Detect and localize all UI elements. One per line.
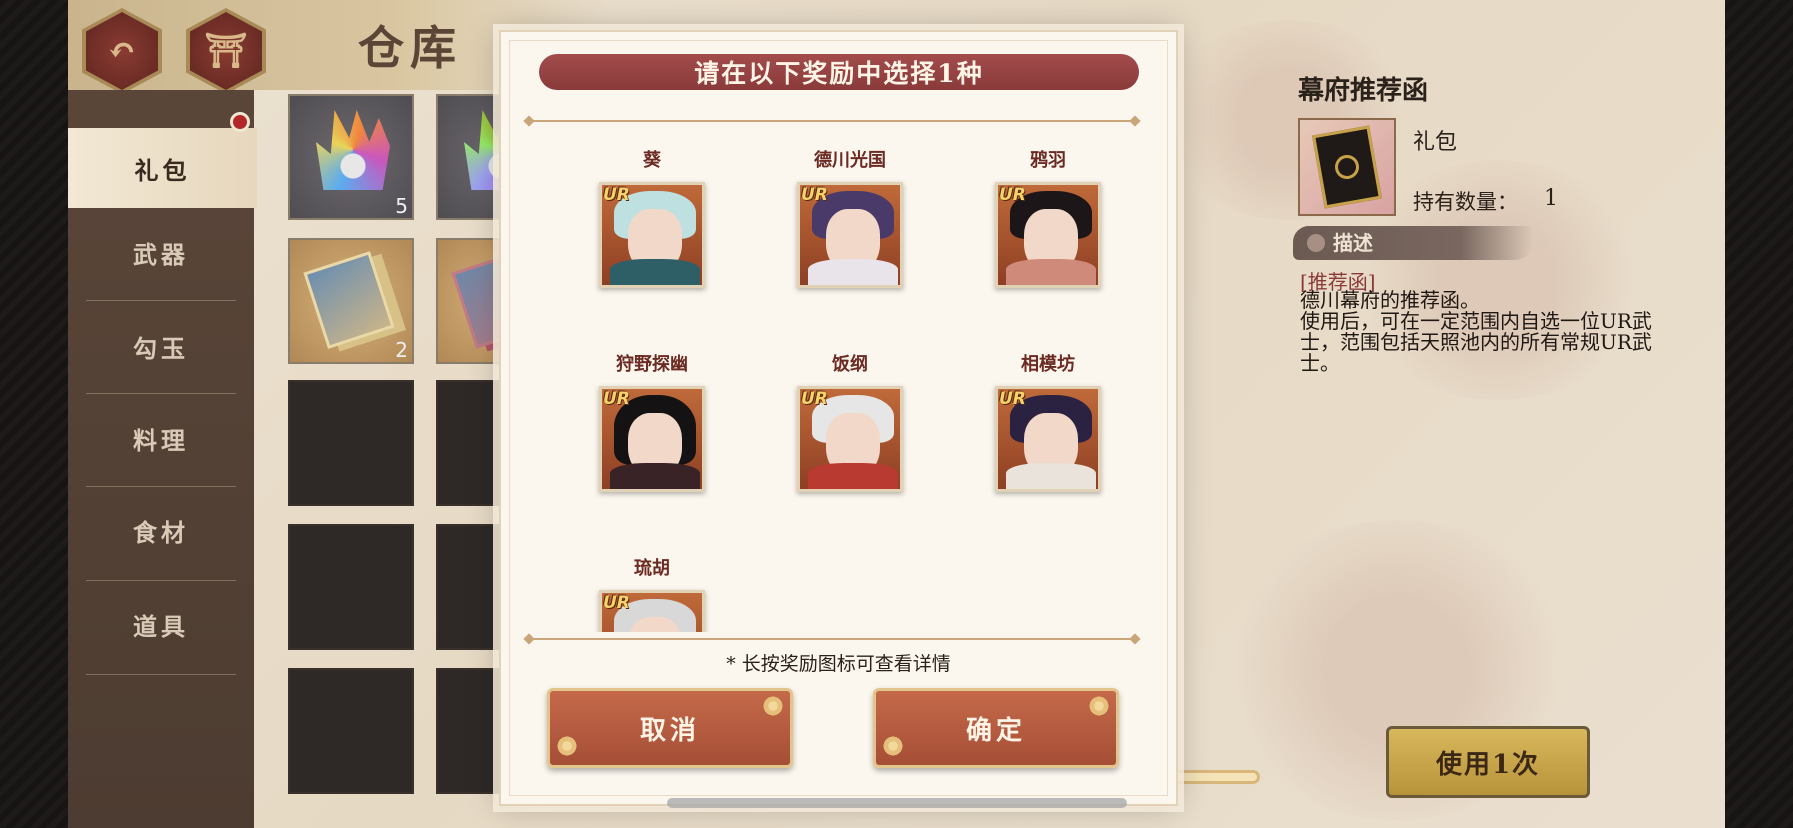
flower-icon bbox=[882, 735, 904, 757]
divider bbox=[86, 580, 236, 581]
sidebar-item-label: 道具 bbox=[133, 611, 189, 641]
character-portrait[interactable]: UR bbox=[995, 386, 1101, 492]
reward-name: 葵 bbox=[643, 150, 661, 171]
reward-name: 德川光国 bbox=[814, 150, 886, 171]
use-once-label: 使用1次 bbox=[1435, 749, 1541, 780]
reward-option-ruko[interactable]: 琉胡 UR bbox=[577, 556, 727, 632]
ur-rarity-badge: UR bbox=[999, 185, 1026, 205]
empty-slot[interactable] bbox=[288, 668, 414, 794]
item-count: 5 bbox=[395, 194, 408, 218]
description-heading: 描述 bbox=[1293, 226, 1533, 260]
divider bbox=[529, 638, 1135, 640]
reward-name: 饭纲 bbox=[832, 354, 868, 375]
category-sidebar: 礼包 武器 勾玉 料理 食材 道具 bbox=[68, 90, 257, 828]
ur-rarity-badge: UR bbox=[603, 389, 630, 409]
ur-rarity-badge: UR bbox=[801, 185, 828, 205]
divider bbox=[86, 674, 236, 675]
reward-name: 琉胡 bbox=[634, 558, 670, 579]
sidebar-item-cuisine[interactable]: 料理 bbox=[68, 398, 254, 478]
reward-name: 鸦羽 bbox=[1030, 150, 1066, 171]
home-button[interactable]: ⛩ bbox=[186, 8, 266, 94]
sidebar-item-items[interactable]: 道具 bbox=[68, 584, 254, 664]
back-arrow-icon: ↶ bbox=[107, 31, 137, 71]
reward-name: 相模坊 bbox=[1021, 354, 1075, 375]
sidebar-item-ingredients[interactable]: 食材 bbox=[68, 490, 254, 570]
sidebar-item-label: 勾玉 bbox=[133, 333, 189, 363]
sidebar-item-label: 武器 bbox=[133, 239, 189, 269]
quantity-value: 1 bbox=[1544, 186, 1558, 211]
divider bbox=[86, 393, 236, 394]
torii-gate-icon: ⛩ bbox=[204, 31, 248, 71]
divider bbox=[529, 120, 1135, 122]
sidebar-item-label: 礼包 bbox=[134, 155, 191, 185]
sidebar-item-magatama[interactable]: 勾玉 bbox=[68, 306, 254, 386]
reward-option-tokugawa-mitsukuni[interactable]: 德川光国 UR bbox=[775, 148, 925, 288]
item-icon bbox=[1298, 118, 1396, 216]
empty-slot[interactable] bbox=[288, 524, 414, 650]
sidebar-item-gift-pack[interactable]: 礼包 bbox=[68, 128, 257, 208]
inventory-slot[interactable]: 2 bbox=[288, 238, 414, 364]
description-heading-label: 描述 bbox=[1333, 231, 1373, 255]
card-pack-icon bbox=[303, 251, 395, 349]
sidebar-item-label: 食材 bbox=[133, 517, 189, 547]
reward-list[interactable]: 葵 UR 德川光国 UR 鸦羽 UR 狩野探幽 UR 饭纲 UR 相模坊 UR … bbox=[521, 128, 1161, 632]
page-title: 仓库 bbox=[358, 21, 462, 75]
reward-option-karasuba[interactable]: 鸦羽 UR bbox=[973, 148, 1123, 288]
ur-rarity-badge: UR bbox=[801, 389, 828, 409]
ur-rarity-badge: UR bbox=[603, 185, 630, 205]
reward-option-kano-tanyu[interactable]: 狩野探幽 UR bbox=[577, 352, 727, 492]
item-type: 礼包 bbox=[1413, 130, 1458, 155]
item-count: 2 bbox=[395, 338, 408, 362]
flower-icon bbox=[556, 735, 578, 757]
character-portrait[interactable]: UR bbox=[797, 182, 903, 288]
reward-selection-dialog: 请在以下奖励中选择1种 葵 UR 德川光国 UR 鸦羽 UR 狩野探幽 UR 饭… bbox=[499, 30, 1178, 806]
character-portrait[interactable]: UR bbox=[599, 182, 705, 288]
flower-icon bbox=[1307, 234, 1325, 252]
character-portrait[interactable]: UR bbox=[995, 182, 1101, 288]
reward-name: 狩野探幽 bbox=[616, 354, 688, 375]
ur-rarity-badge: UR bbox=[999, 389, 1026, 409]
character-portrait[interactable]: UR bbox=[797, 386, 903, 492]
inventory-slot[interactable]: 5 bbox=[288, 94, 414, 220]
character-portrait[interactable]: UR bbox=[599, 386, 705, 492]
back-button[interactable]: ↶ bbox=[82, 8, 162, 94]
flower-icon bbox=[1088, 695, 1110, 717]
use-once-button[interactable]: 使用1次 bbox=[1386, 726, 1590, 798]
reward-option-sagamibo[interactable]: 相模坊 UR bbox=[973, 352, 1123, 492]
letter-book-icon bbox=[1312, 125, 1382, 209]
flower-icon bbox=[762, 695, 784, 717]
sidebar-item-weapons[interactable]: 武器 bbox=[68, 212, 254, 292]
sidebar-item-label: 料理 bbox=[133, 425, 189, 455]
confirm-button[interactable]: 确定 bbox=[873, 688, 1119, 768]
description-text: 德川幕府的推荐函。 使用后，可在一定范围内自选一位UR武 士，范围包括天照池内的… bbox=[1300, 288, 1652, 375]
empty-slot[interactable] bbox=[288, 380, 414, 506]
reward-option-iizuna[interactable]: 饭纲 UR bbox=[775, 352, 925, 492]
divider bbox=[86, 486, 236, 487]
character-portrait[interactable]: UR bbox=[599, 590, 705, 632]
notification-badge bbox=[230, 112, 250, 132]
cancel-label: 取消 bbox=[639, 715, 700, 746]
long-press-hint: * 长按奖励图标可查看详情 bbox=[726, 653, 951, 675]
confirm-label: 确定 bbox=[965, 715, 1026, 746]
bonfire-icon bbox=[316, 110, 390, 190]
reward-option-aoi[interactable]: 葵 UR bbox=[577, 148, 727, 288]
dialog-title: 请在以下奖励中选择1种 bbox=[539, 54, 1139, 90]
cancel-button[interactable]: 取消 bbox=[547, 688, 793, 768]
item-name: 幕府推荐函 bbox=[1298, 76, 1429, 106]
screen: ↶ ⛩ 仓库 礼包 武器 勾玉 料理 食材 道具 5 2 幕府推荐函 礼包 持有… bbox=[0, 0, 1793, 828]
divider bbox=[86, 300, 236, 301]
home-indicator[interactable] bbox=[667, 798, 1127, 808]
quantity-label: 持有数量： bbox=[1413, 190, 1518, 214]
ur-rarity-badge: UR bbox=[603, 593, 630, 613]
